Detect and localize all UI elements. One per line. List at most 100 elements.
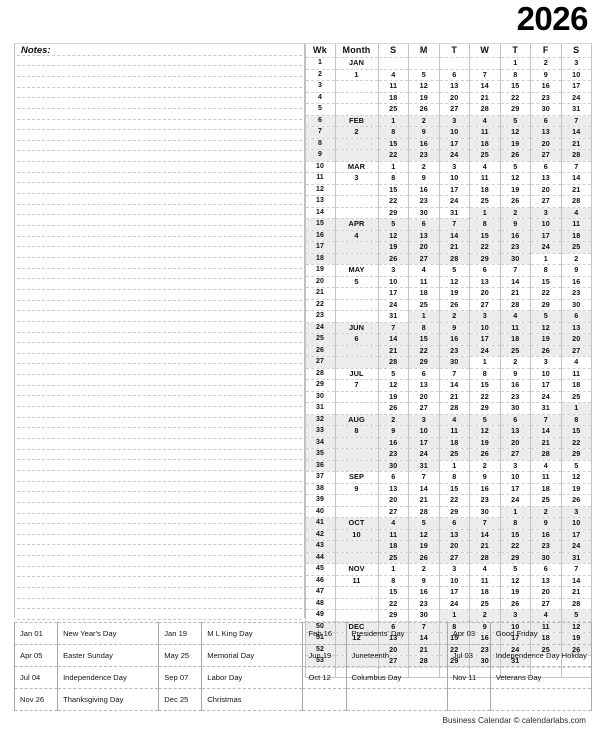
day-cell[interactable]: 26 [560,494,592,506]
day-cell[interactable]: 24 [408,448,439,460]
day-cell[interactable]: 29 [469,402,500,414]
day-cell[interactable]: 12 [438,275,470,288]
day-cell[interactable]: 31 [560,103,592,115]
day-cell[interactable]: 31 [560,551,592,564]
day-cell[interactable]: 27 [530,149,561,161]
day-cell[interactable]: 16 [560,275,592,288]
day-cell[interactable]: 31 [377,310,409,322]
day-cell[interactable]: 5 [560,609,592,621]
day-cell[interactable]: 8 [377,574,409,587]
day-cell[interactable]: 30 [438,356,470,368]
day-cell[interactable]: 9 [408,126,439,138]
day-cell[interactable]: 19 [377,390,409,403]
day-cell[interactable]: 12 [499,126,531,138]
day-cell[interactable]: 26 [499,149,531,161]
day-cell[interactable]: 11 [560,218,592,230]
day-cell[interactable]: 22 [469,241,500,253]
day-cell[interactable]: 5 [530,310,561,322]
day-cell[interactable]: 3 [560,57,592,69]
day-cell[interactable]: 15 [408,333,439,345]
day-cell[interactable]: 2 [408,563,439,575]
day-cell[interactable]: 30 [408,609,439,621]
day-cell[interactable]: 21 [438,390,470,403]
day-cell[interactable]: 23 [408,149,439,161]
day-cell[interactable]: 6 [377,471,409,483]
day-cell[interactable]: 8 [408,321,439,334]
day-cell[interactable]: 10 [530,218,561,230]
day-cell[interactable]: 27 [469,298,500,311]
day-cell[interactable]: 18 [560,379,592,391]
day-cell[interactable]: 22 [377,597,409,610]
day-cell[interactable]: 18 [438,436,470,449]
day-cell[interactable]: 13 [530,126,561,138]
notes-panel[interactable]: Notes: [14,43,305,620]
day-cell[interactable]: 30 [499,252,531,265]
day-cell[interactable]: 18 [560,229,592,242]
day-cell[interactable]: 17 [438,137,470,150]
day-cell[interactable]: 22 [499,91,531,104]
day-cell[interactable]: 30 [530,103,561,115]
day-cell[interactable]: 6 [530,563,561,575]
day-cell[interactable]: 12 [408,80,439,92]
day-cell[interactable]: 24 [469,344,500,357]
day-cell[interactable]: 20 [377,494,409,506]
day-cell[interactable]: 11 [377,80,409,92]
day-cell[interactable]: 16 [408,586,439,598]
day-cell[interactable]: 7 [560,160,592,173]
day-cell[interactable]: 25 [469,597,500,610]
day-cell[interactable]: 4 [499,310,531,322]
day-cell[interactable]: 19 [408,540,439,552]
day-cell[interactable]: 18 [408,287,439,299]
day-cell[interactable]: 4 [469,114,500,127]
day-cell[interactable]: 20 [469,287,500,299]
day-cell[interactable]: 4 [438,413,470,426]
day-cell[interactable]: 1 [469,356,500,368]
day-cell[interactable]: 16 [408,183,439,196]
day-cell[interactable]: 10 [408,425,439,437]
day-cell[interactable]: 29 [377,609,409,621]
day-cell[interactable]: 7 [560,563,592,575]
day-cell[interactable]: 27 [530,195,561,207]
day-cell[interactable]: 8 [560,413,592,426]
day-cell[interactable]: 9 [377,425,409,437]
day-cell[interactable]: 26 [469,448,500,460]
day-cell[interactable]: 21 [560,183,592,196]
day-cell[interactable]: 30 [560,298,592,311]
day-cell[interactable]: 1 [408,310,439,322]
day-cell[interactable]: 16 [530,528,561,541]
day-cell[interactable]: 1 [377,563,409,575]
day-cell[interactable]: 11 [469,172,500,184]
day-cell[interactable]: 24 [530,390,561,403]
day-cell[interactable]: 20 [438,91,470,104]
day-cell[interactable]: 20 [530,137,561,150]
day-cell[interactable] [469,57,500,69]
day-cell[interactable]: 7 [438,218,470,230]
day-cell[interactable]: 2 [530,505,561,518]
day-cell[interactable]: 7 [499,264,531,276]
day-cell[interactable]: 14 [438,379,470,391]
day-cell[interactable]: 27 [408,252,439,265]
day-cell[interactable]: 3 [560,505,592,518]
day-cell[interactable]: 5 [438,264,470,276]
day-cell[interactable]: 14 [560,172,592,184]
day-cell[interactable]: 26 [408,551,439,564]
day-cell[interactable]: 24 [530,241,561,253]
day-cell[interactable]: 2 [469,459,500,472]
day-cell[interactable]: 30 [408,206,439,219]
day-cell[interactable]: 7 [438,367,470,380]
day-cell[interactable]: 1 [499,57,531,69]
day-cell[interactable]: 21 [377,344,409,357]
day-cell[interactable]: 10 [438,172,470,184]
day-cell[interactable]: 11 [469,126,500,138]
day-cell[interactable]: 17 [438,183,470,196]
day-cell[interactable]: 15 [499,528,531,541]
day-cell[interactable]: 19 [499,183,531,196]
day-cell[interactable]: 22 [560,436,592,449]
day-cell[interactable]: 12 [377,379,409,391]
day-cell[interactable]: 1 [438,459,470,472]
day-cell[interactable]: 17 [530,379,561,391]
day-cell[interactable]: 14 [438,229,470,242]
day-cell[interactable]: 31 [408,459,439,472]
day-cell[interactable]: 13 [408,379,439,391]
day-cell[interactable]: 11 [469,574,500,587]
